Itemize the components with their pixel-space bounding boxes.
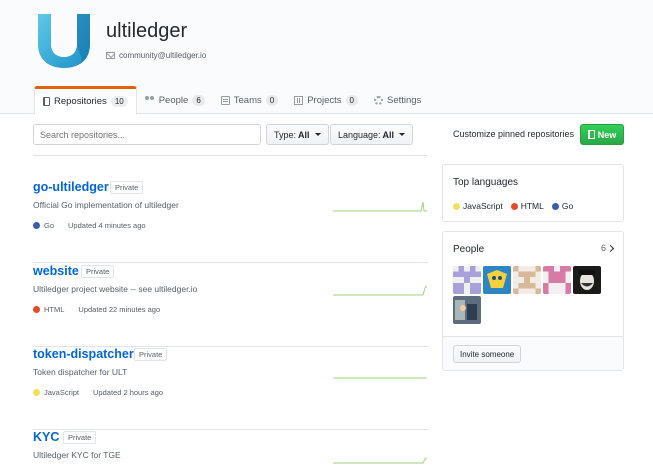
mail-icon (106, 52, 115, 59)
tab-repositories[interactable]: Repositories 10 (34, 86, 137, 115)
repo-list-item: KYC Private Ultiledger KYC for TGE (33, 430, 428, 472)
top-languages-title: Top languages (453, 177, 519, 188)
language-filter-label: Language: (338, 129, 381, 140)
people-count-link[interactable]: 6 (600, 243, 615, 253)
activity-sparkline (333, 285, 427, 296)
language-color-dot (510, 202, 518, 210)
repo-language: HTML (44, 305, 65, 314)
repo-description: Official Go implementation of ultiledger (33, 200, 179, 210)
repo-description: Ultiledger KYC for TGE (33, 450, 121, 460)
invite-someone-button[interactable]: Invite someone (453, 345, 522, 363)
language-color-dot (33, 306, 40, 313)
search-repositories-input[interactable] (33, 124, 261, 145)
language-item[interactable]: JavaScript (453, 201, 503, 211)
org-name: ultiledger (106, 20, 188, 42)
people-box-footer: Invite someone (443, 336, 623, 370)
divider (33, 262, 428, 263)
people-title[interactable]: People (453, 244, 484, 255)
tab-label: Settings (386, 94, 422, 106)
tab-label: Repositories (54, 96, 107, 107)
repo-updated: Updated 2 hours ago (93, 388, 164, 397)
divider (33, 155, 428, 156)
avatar[interactable] (453, 266, 481, 294)
repo-name-link[interactable]: KYC (33, 430, 59, 444)
avatar[interactable] (453, 296, 481, 324)
repo-name-link[interactable]: token-dispatcher (33, 347, 134, 361)
top-languages-box: Top languages JavaScript HTML Go (442, 164, 624, 222)
top-languages-list: JavaScript HTML Go (453, 201, 573, 211)
repo-name-link[interactable]: website (33, 264, 79, 278)
repo-icon (43, 97, 50, 106)
tab-label: Projects (307, 94, 342, 106)
avatar[interactable] (543, 266, 571, 294)
ultiledger-logo-icon (38, 14, 90, 68)
tab-counter: 0 (345, 94, 358, 106)
type-filter-dropdown[interactable]: Type: All (266, 124, 329, 145)
activity-sparkline (333, 377, 427, 379)
repo-list-item: go-ultiledger Private Official Go implem… (33, 180, 428, 263)
activity-sparkline (333, 201, 427, 212)
language-item[interactable]: Go (551, 201, 574, 211)
tab-counter: 10 (110, 96, 128, 107)
people-count: 6 (600, 243, 606, 253)
repo-updated: Updated 4 minutes ago (68, 221, 146, 230)
repo-description: Ultiledger project website -- see ultile… (33, 284, 198, 294)
repo-meta: Go Updated 4 minutes ago (33, 221, 146, 230)
tab-counter: 6 (192, 94, 205, 106)
private-badge: Private (134, 348, 168, 361)
org-email: community@ultiledger.io (106, 51, 206, 60)
repo-name-link[interactable]: go-ultiledger (33, 180, 109, 194)
avatar[interactable] (483, 266, 511, 294)
language-filter-value: All (382, 129, 395, 140)
avatar[interactable] (513, 266, 541, 294)
repo-description: Token dispatcher for ULT (33, 367, 128, 377)
repo-language: Go (44, 221, 55, 230)
tab-label: People (158, 94, 189, 106)
new-repo-button[interactable]: New (580, 124, 624, 145)
language-color-dot (551, 202, 559, 210)
repo-icon (587, 130, 595, 139)
tab-settings[interactable]: Settings (366, 86, 429, 114)
people-icon (144, 95, 155, 105)
org-email-text[interactable]: community@ultiledger.io (119, 51, 206, 60)
people-box: People 6 Invite someone (442, 231, 624, 371)
language-item[interactable]: HTML (510, 201, 544, 211)
type-filter-value: All (298, 129, 310, 140)
language-name: Go (561, 201, 574, 211)
repo-list-item: website Private Ultiledger project websi… (33, 264, 428, 347)
repo-meta: HTML Updated 22 minutes ago (33, 305, 160, 314)
avatar[interactable] (573, 266, 601, 294)
activity-sparkline (333, 457, 427, 464)
tab-counter: 0 (265, 94, 279, 106)
tab-projects[interactable]: Projects 0 (286, 86, 366, 114)
org-nav-tabs: Repositories 10 People 6 Teams 0 Project… (34, 86, 429, 115)
repo-meta: JavaScript Updated 2 hours ago (33, 388, 163, 397)
repo-updated: Updated 22 minutes ago (78, 305, 161, 314)
caret-down-icon (399, 133, 406, 136)
private-badge: Private (110, 181, 144, 194)
gear-icon (373, 95, 383, 105)
caret-down-icon (314, 133, 321, 136)
tab-teams[interactable]: Teams 0 (213, 86, 286, 114)
repo-language: JavaScript (44, 388, 80, 397)
people-avatars (453, 266, 613, 324)
language-color-dot (33, 389, 40, 396)
type-filter-label: Type: (274, 129, 297, 140)
private-badge: Private (81, 265, 115, 278)
tab-label: Teams (233, 94, 262, 106)
language-filter-dropdown[interactable]: Language: All (330, 124, 414, 145)
language-name: HTML (520, 201, 544, 211)
private-badge: Private (63, 431, 97, 444)
new-button-label: New (597, 129, 617, 140)
language-color-dot (33, 222, 40, 229)
tab-people[interactable]: People 6 (137, 86, 213, 114)
chevron-right-icon (606, 244, 615, 252)
repo-list-item: token-dispatcher Private Token dispatche… (33, 347, 428, 430)
team-icon (220, 95, 230, 105)
customize-pinned-link[interactable]: Customize pinned repositories (453, 129, 574, 139)
project-icon (294, 95, 304, 105)
language-color-dot (453, 202, 460, 210)
language-name: JavaScript (463, 201, 503, 211)
